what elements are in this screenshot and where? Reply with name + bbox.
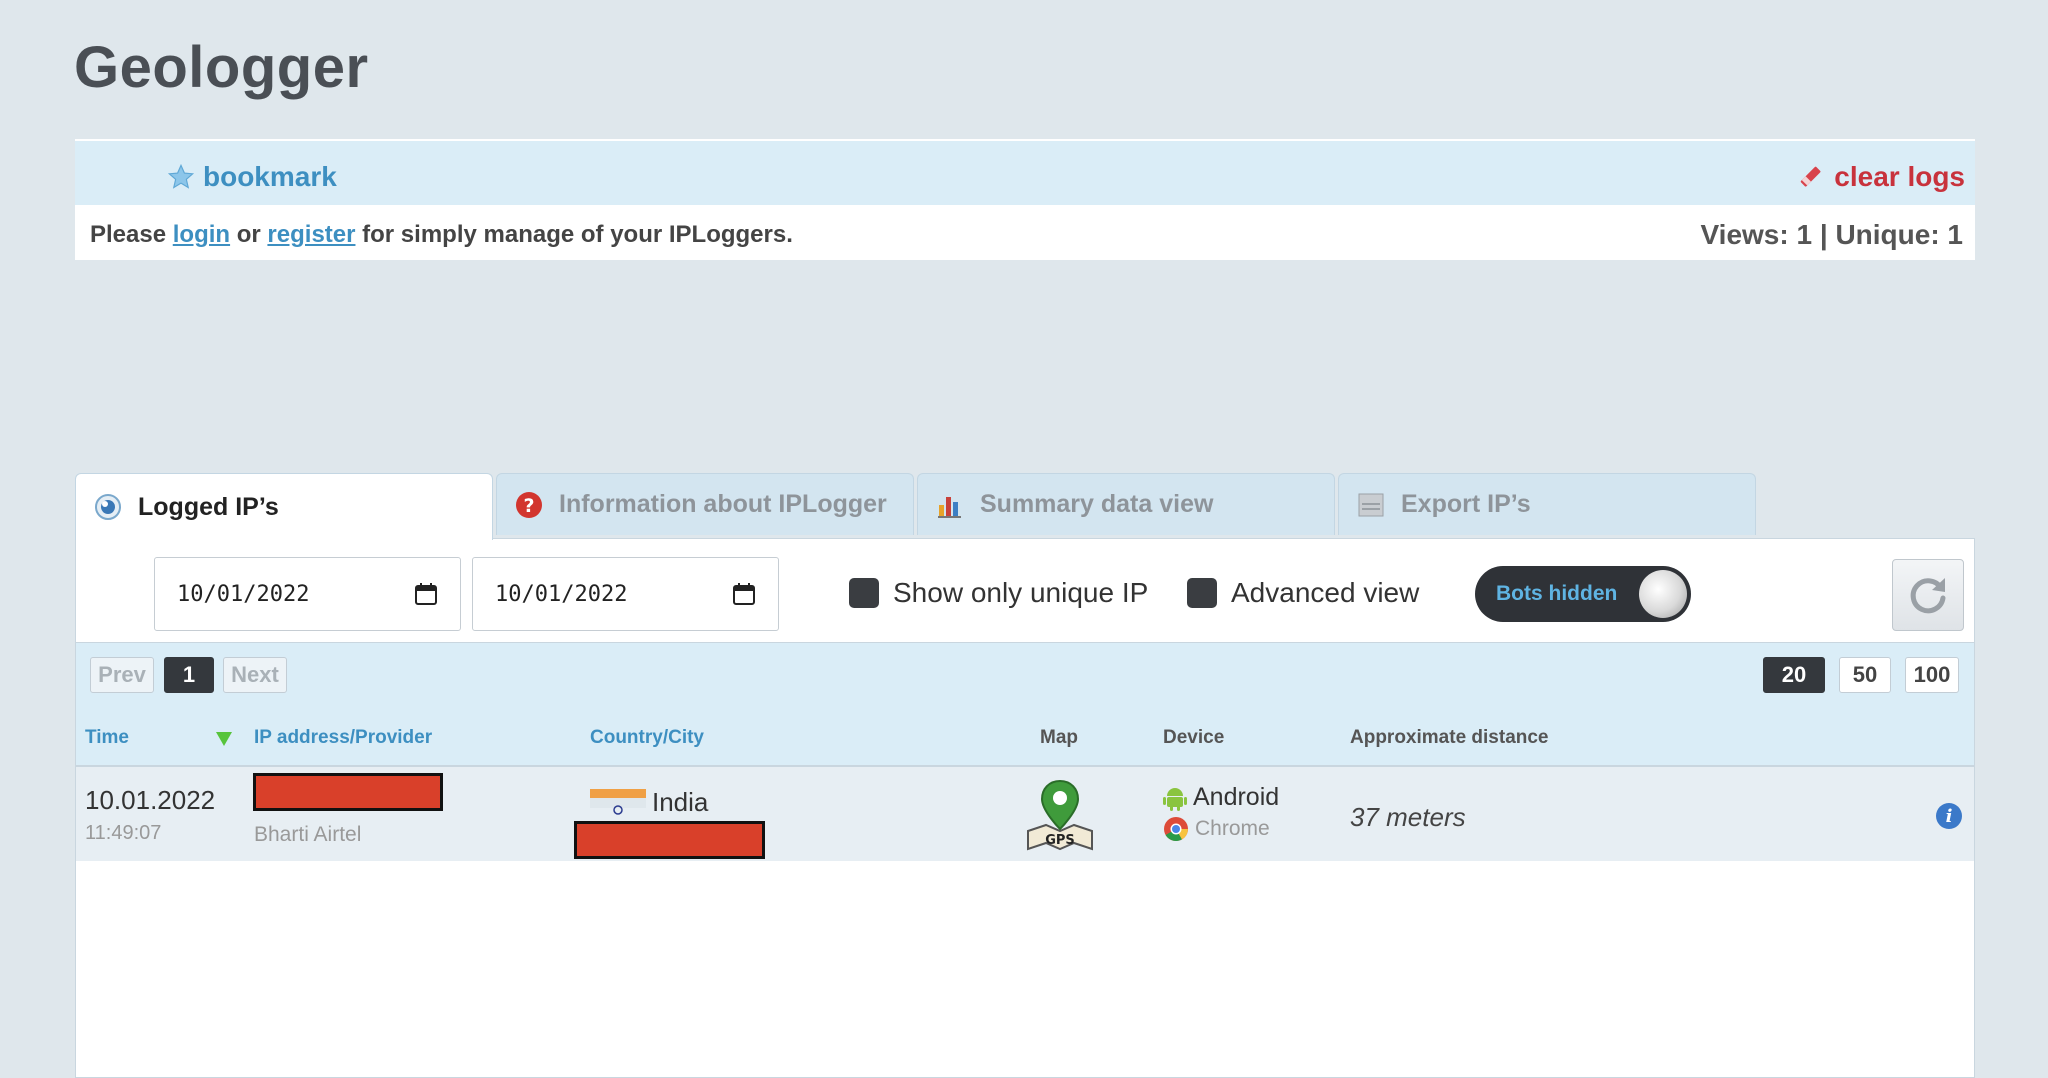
star-icon [167,163,195,189]
refresh-icon [1910,578,1946,614]
redacted-ip [253,773,443,811]
col-ip-provider[interactable]: IP address/Provider [254,727,432,749]
tab-logged-ips[interactable]: Logged IP’s [75,473,493,540]
eraser-icon [1800,166,1821,187]
pagination-bar: Prev 1 Next 20 50 100 [76,642,1974,710]
chrome-icon [1164,817,1188,842]
gps-map-icon: GPS [1027,779,1093,851]
bots-toggle[interactable]: Bots hidden [1475,566,1691,622]
provider-name: Bharti Airtel [254,823,362,846]
text-file-icon [1358,493,1384,516]
toggle-knob[interactable] [1639,570,1687,618]
info-bar: Please login or register for simply mana… [75,205,1975,260]
refresh-button[interactable] [1892,559,1964,631]
device-name: Android [1193,783,1280,811]
date-to-input[interactable]: 10/01/2022 [472,557,779,631]
tab-summary[interactable]: Summary data view [917,473,1335,535]
android-icon [1163,787,1187,811]
date-value: 10/01/2022 [177,581,310,607]
country-cell: India [590,787,708,818]
svg-text:?: ? [523,495,534,517]
views-counter: Views: 1 | Unique: 1 [1700,219,1964,250]
date-from-input[interactable]: 10/01/2022 [154,557,461,631]
sort-desc-icon[interactable] [216,732,232,746]
page-size-50[interactable]: 50 [1839,657,1891,693]
logged-ips-panel: 10/01/2022 10/01/2022 Show only unique I… [75,538,1975,1078]
tab-export[interactable]: Export IP’s [1338,473,1756,535]
gps-label: GPS [1045,833,1075,848]
col-time[interactable]: Time [85,727,129,749]
gps-map-button[interactable]: GPS [1022,777,1098,858]
bookmark-label: bookmark [203,161,337,192]
page-size-20[interactable]: 20 [1763,657,1825,693]
bar-chart-icon [938,496,961,518]
country-name: India [652,787,709,817]
prev-page-button[interactable]: Prev [90,657,154,693]
top-action-bar: bookmark clear logs [75,139,1975,205]
clear-logs-link[interactable]: clear logs [1798,161,1965,193]
page-title: Geologger [74,35,369,100]
tab-label: Summary data view [980,490,1214,518]
toggle-label: Bots hidden [1496,582,1618,605]
unique-ip-checkbox[interactable]: Show only unique IP [849,577,1148,609]
browser-name: Chrome [1195,817,1270,840]
india-flag-icon [590,788,646,815]
table-header: Time IP address/Provider Country/City Ma… [76,708,1974,767]
log-time: 11:49:07 [85,822,162,844]
page-size-100[interactable]: 100 [1905,657,1959,693]
device-os: Android [1163,783,1279,812]
bookmark-link[interactable]: bookmark [167,161,337,193]
approx-distance: 37 meters [1350,802,1466,832]
table-row: 10.01.2022 11:49:07 Bharti Airtel India … [76,767,1974,861]
checkbox-label: Advanced view [1231,577,1420,608]
tab-label: Logged IP’s [138,492,279,521]
filter-bar: 10/01/2022 10/01/2022 Show only unique I… [76,539,1974,642]
message-text: Please [90,221,167,248]
eye-icon [95,494,121,520]
tab-information[interactable]: ? Information about IPLogger [496,473,914,535]
device-cell: Android Chrome [1163,783,1279,842]
redacted-city [574,821,765,859]
info-icon[interactable]: i [1936,803,1962,829]
login-link[interactable]: login [173,221,230,248]
advanced-view-checkbox[interactable]: Advanced view [1187,577,1419,609]
date-value: 10/01/2022 [495,581,628,607]
calendar-icon[interactable] [732,582,756,606]
page-1-button[interactable]: 1 [164,657,214,693]
clear-logs-label: clear logs [1834,161,1965,192]
tab-label: Information about IPLogger [559,490,887,518]
message-text: or [236,221,261,248]
checkbox-label: Show only unique IP [893,577,1149,608]
col-country-city[interactable]: Country/City [590,727,704,749]
tab-label: Export IP’s [1401,490,1531,518]
next-page-button[interactable]: Next [223,657,287,693]
message-text: for simply manage of your IPLoggers. [362,221,793,248]
question-icon: ? [516,491,542,518]
log-date: 10.01.2022 [85,785,216,815]
col-device: Device [1163,727,1225,748]
device-browser: Chrome [1163,816,1279,842]
col-distance: Approximate distance [1350,727,1549,748]
calendar-icon[interactable] [414,582,438,606]
register-link[interactable]: register [267,221,355,248]
checkbox-box[interactable] [849,578,879,608]
col-map: Map [1040,727,1078,748]
login-message: Please login or register for simply mana… [90,221,793,249]
checkbox-box[interactable] [1187,578,1217,608]
